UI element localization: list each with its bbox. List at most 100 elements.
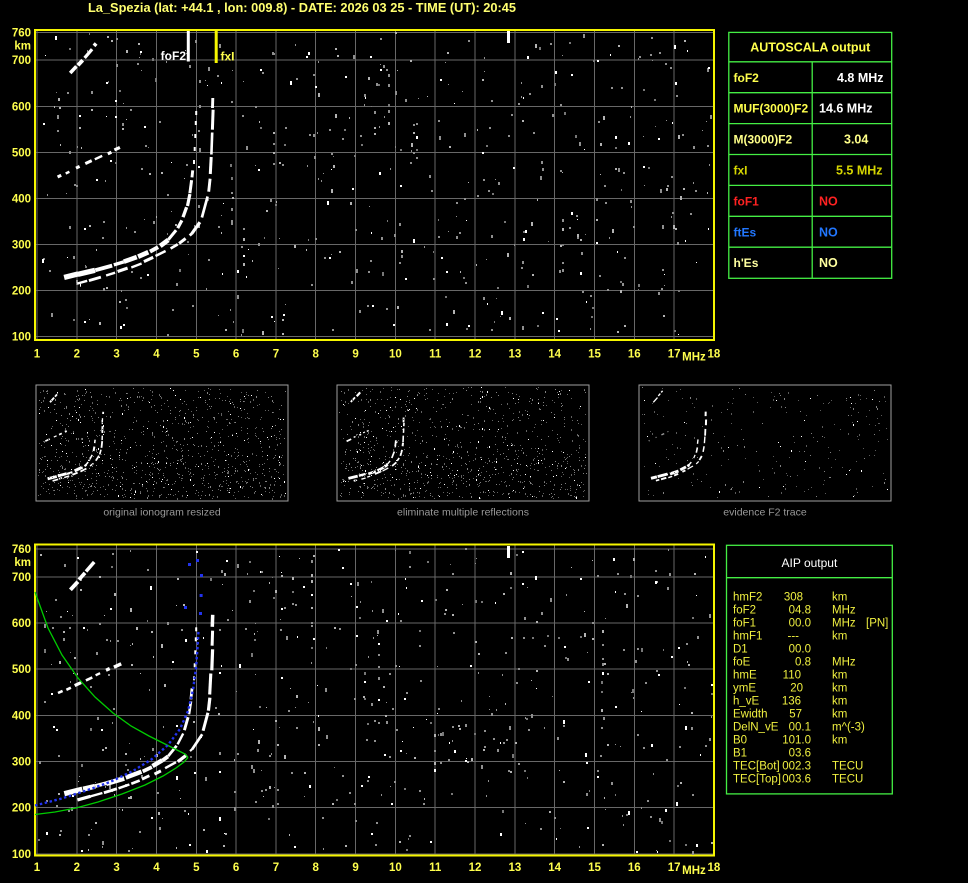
svg-text:La_Spezia (lat: +44.1 , lon: 0: La_Spezia (lat: +44.1 , lon: 009.8) - DA… xyxy=(88,0,516,15)
svg-text:100: 100 xyxy=(12,849,31,861)
svg-text:200: 200 xyxy=(12,285,31,297)
svg-text:4.8 MHz: 4.8 MHz xyxy=(837,71,884,85)
svg-text:DelN_vE: DelN_vE xyxy=(733,722,779,734)
svg-text:MHz: MHz xyxy=(682,352,706,364)
svg-text:7: 7 xyxy=(273,349,279,361)
svg-text:foE: foE xyxy=(733,657,751,669)
svg-text:3: 3 xyxy=(113,349,119,361)
svg-text:MHz: MHz xyxy=(832,605,856,617)
svg-text:00.0: 00.0 xyxy=(789,644,811,656)
svg-text:6: 6 xyxy=(233,862,239,874)
svg-text:100: 100 xyxy=(12,332,31,344)
svg-text:M(3000)F2: M(3000)F2 xyxy=(734,133,793,147)
svg-text:00.0: 00.0 xyxy=(789,618,811,630)
svg-text:13: 13 xyxy=(508,862,521,874)
svg-text:TEC[Top]: TEC[Top] xyxy=(733,774,781,786)
svg-text:4: 4 xyxy=(153,349,160,361)
svg-text:5: 5 xyxy=(193,862,200,874)
svg-text:MHz: MHz xyxy=(832,618,856,630)
svg-text:18: 18 xyxy=(708,349,721,361)
svg-text:15: 15 xyxy=(588,349,601,361)
svg-text:eliminate multiple reflections: eliminate multiple reflections xyxy=(397,507,529,519)
svg-text:12: 12 xyxy=(469,862,482,874)
svg-text:[PN]: [PN] xyxy=(866,618,888,630)
svg-text:7: 7 xyxy=(273,862,279,874)
svg-text:km: km xyxy=(14,557,31,569)
svg-text:00.1: 00.1 xyxy=(789,722,811,734)
svg-text:0.8: 0.8 xyxy=(795,657,811,669)
svg-text:4: 4 xyxy=(153,862,160,874)
svg-text:NO: NO xyxy=(819,256,838,270)
svg-text:11: 11 xyxy=(429,862,442,874)
svg-text:20: 20 xyxy=(790,683,803,695)
svg-text:AIP output: AIP output xyxy=(781,556,837,570)
svg-text:600: 600 xyxy=(12,618,31,630)
svg-text:ftEs: ftEs xyxy=(734,225,757,239)
svg-text:13: 13 xyxy=(508,349,521,361)
svg-text:AUTOSCALA output: AUTOSCALA output xyxy=(750,41,871,55)
svg-text:700: 700 xyxy=(12,55,31,67)
svg-text:10: 10 xyxy=(389,349,402,361)
svg-text:km: km xyxy=(832,696,847,708)
svg-text:6: 6 xyxy=(233,349,239,361)
svg-text:14.6 MHz: 14.6 MHz xyxy=(819,102,873,116)
svg-text:003.6: 003.6 xyxy=(782,774,811,786)
svg-text:foF2: foF2 xyxy=(161,49,187,63)
svg-text:km: km xyxy=(832,631,847,643)
svg-text:5: 5 xyxy=(193,349,200,361)
svg-text:17: 17 xyxy=(668,862,681,874)
svg-text:110: 110 xyxy=(783,670,801,682)
svg-text:3.04: 3.04 xyxy=(844,133,868,147)
svg-text:760: 760 xyxy=(12,28,31,40)
svg-text:MHz: MHz xyxy=(682,865,706,877)
svg-text:h'Es: h'Es xyxy=(734,256,759,270)
svg-text:km: km xyxy=(832,709,847,721)
svg-text:400: 400 xyxy=(12,710,31,722)
svg-text:17: 17 xyxy=(668,349,681,361)
svg-text:8: 8 xyxy=(313,862,320,874)
svg-text:B0: B0 xyxy=(733,735,747,747)
svg-text:foF2: foF2 xyxy=(734,71,760,85)
svg-text:foF1: foF1 xyxy=(734,194,760,208)
svg-text:200: 200 xyxy=(12,803,31,815)
svg-text:9: 9 xyxy=(352,349,358,361)
svg-text:B1: B1 xyxy=(733,748,747,760)
svg-text:002.3: 002.3 xyxy=(782,761,811,773)
svg-text:hmF2: hmF2 xyxy=(733,592,762,604)
svg-text:03.6: 03.6 xyxy=(789,748,811,760)
svg-text:TEC[Bot]: TEC[Bot] xyxy=(733,761,780,773)
svg-text:300: 300 xyxy=(12,756,31,768)
svg-text:3: 3 xyxy=(113,862,119,874)
svg-text:---: --- xyxy=(788,631,800,643)
svg-text:foF1: foF1 xyxy=(733,618,756,630)
svg-text:8: 8 xyxy=(313,349,320,361)
svg-text:hmF1: hmF1 xyxy=(733,631,762,643)
svg-text:12: 12 xyxy=(469,349,482,361)
svg-text:original ionogram resized: original ionogram resized xyxy=(103,507,220,519)
svg-text:400: 400 xyxy=(12,193,31,205)
svg-text:D1: D1 xyxy=(733,644,748,656)
svg-text:18: 18 xyxy=(708,862,721,874)
svg-text:Ewidth: Ewidth xyxy=(733,709,768,721)
svg-text:600: 600 xyxy=(12,101,31,113)
svg-text:km: km xyxy=(832,683,847,695)
svg-text:1: 1 xyxy=(34,349,41,361)
svg-text:136: 136 xyxy=(782,696,801,708)
svg-text:10: 10 xyxy=(389,862,402,874)
svg-text:101.0: 101.0 xyxy=(782,735,811,747)
svg-text:MUF(3000)F2: MUF(3000)F2 xyxy=(734,102,809,116)
svg-text:16: 16 xyxy=(628,349,641,361)
svg-text:km: km xyxy=(832,670,847,682)
svg-text:MHz: MHz xyxy=(832,657,856,669)
svg-text:11: 11 xyxy=(429,349,442,361)
svg-text:2: 2 xyxy=(74,862,80,874)
svg-text:m^(-3): m^(-3) xyxy=(832,722,865,734)
svg-text:700: 700 xyxy=(12,572,31,584)
svg-text:h_vE: h_vE xyxy=(733,696,760,708)
svg-text:57: 57 xyxy=(789,709,802,721)
svg-text:9: 9 xyxy=(352,862,358,874)
svg-text:5.5 MHz: 5.5 MHz xyxy=(836,163,883,177)
svg-text:NO: NO xyxy=(819,194,838,208)
svg-text:308: 308 xyxy=(784,592,803,604)
svg-text:TECU: TECU xyxy=(832,761,863,773)
